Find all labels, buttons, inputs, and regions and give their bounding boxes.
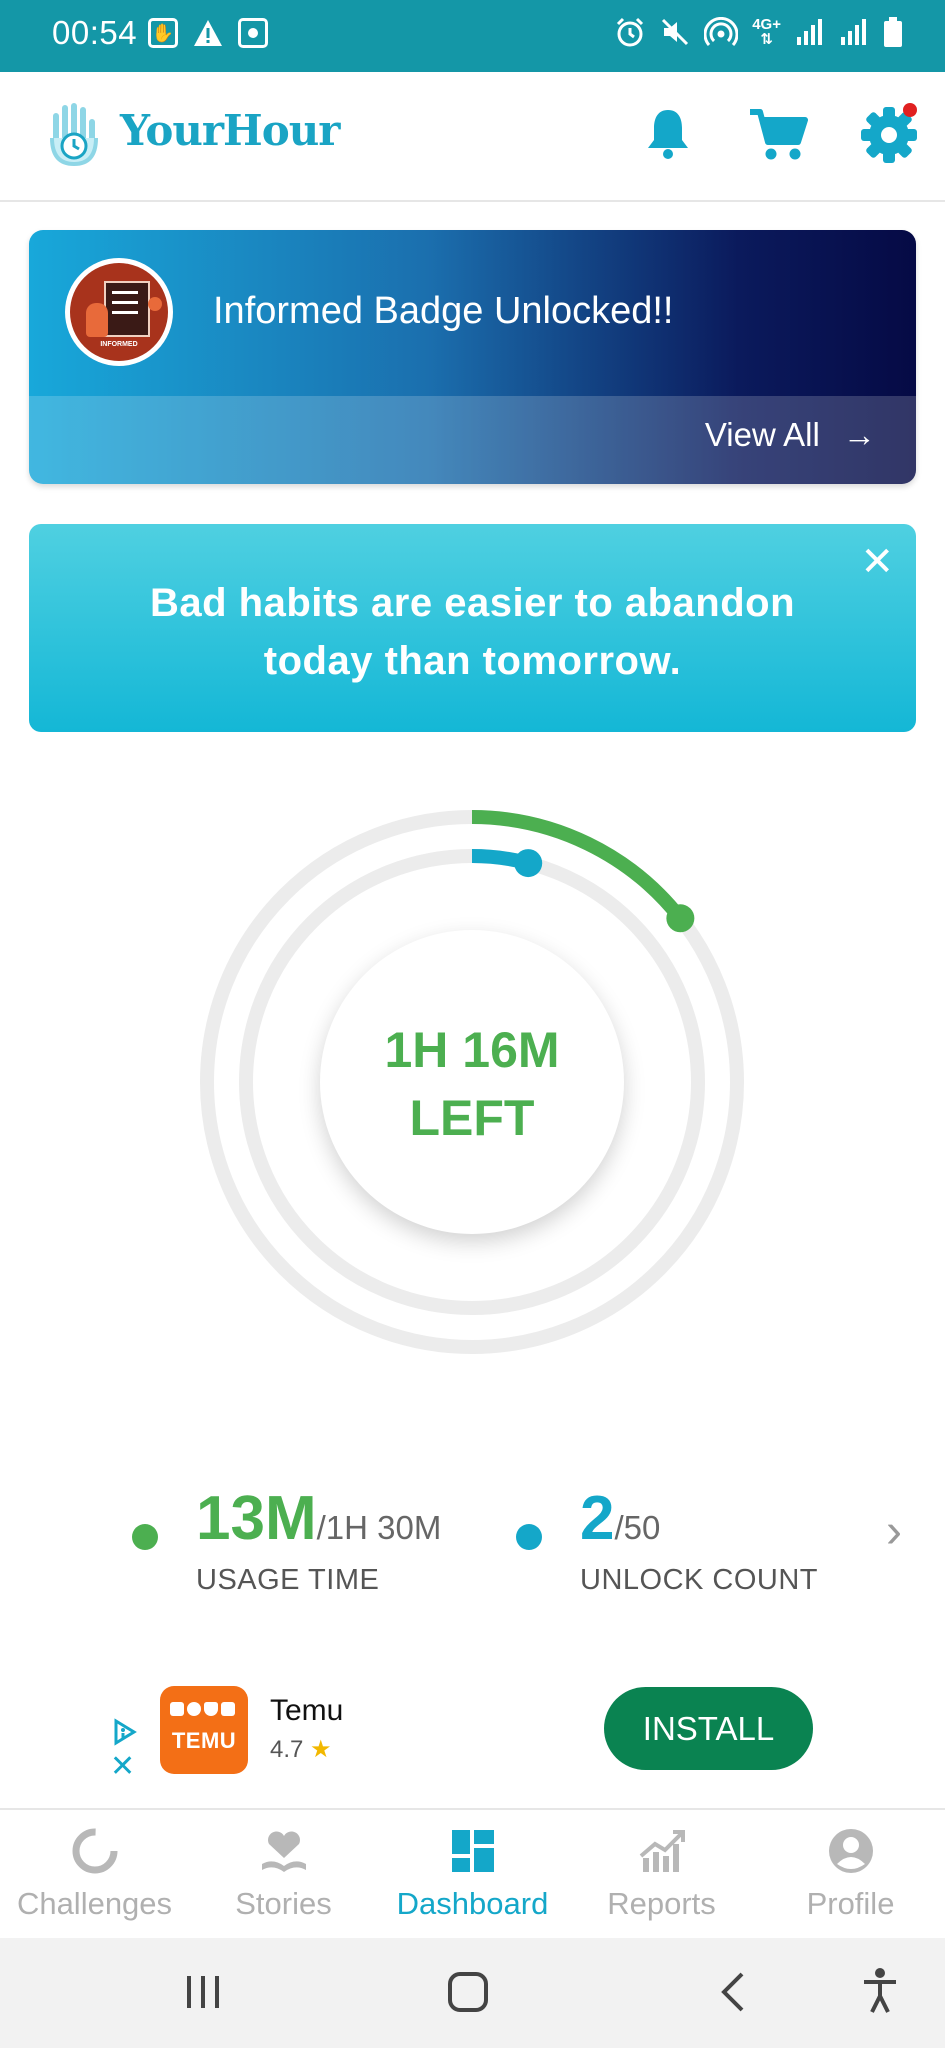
install-button[interactable]: INSTALL <box>604 1687 813 1770</box>
gear-icon[interactable] <box>858 102 920 164</box>
unlock-progress-knob <box>514 849 543 878</box>
home-icon[interactable] <box>446 1970 490 2014</box>
network-4g-icon: 4G+ ⇅ <box>752 16 781 48</box>
mute-icon <box>662 18 689 46</box>
quote-line-1: Bad habits are easier to abandon <box>149 581 796 625</box>
usage-value: 13M <box>196 1484 317 1553</box>
temu-app-icon: TEMU <box>160 1686 248 1774</box>
status-right-icons: 4G+ ⇅ <box>614 16 903 48</box>
notification-dot <box>903 103 917 117</box>
nav-item-challenges[interactable]: Challenges <box>0 1810 189 1940</box>
app-header: YourHour <box>0 72 945 202</box>
heart-book-icon <box>262 1831 306 1872</box>
view-all-link[interactable]: View All → <box>705 416 876 454</box>
yourhour-logo-icon <box>50 103 98 167</box>
usage-label: USAGE TIME <box>196 1564 380 1596</box>
nav-label: Challenges <box>16 1886 173 1921</box>
nav-label: Reports <box>607 1886 716 1921</box>
app-name: YourHour <box>120 106 340 155</box>
quote-line-2: today than tomorrow. <box>263 639 682 683</box>
badge-caption: INFORMED <box>100 341 138 348</box>
usage-limit: /1H 30M <box>316 1509 442 1546</box>
badge-title: Informed Badge Unlocked!! <box>213 290 674 332</box>
nav-label: Dashboard <box>396 1886 549 1921</box>
nav-item-profile[interactable]: Profile <box>756 1810 945 1940</box>
signal-icon <box>797 19 822 45</box>
unlock-dot <box>516 1524 542 1550</box>
quote-card: ✕ Bad habits are easier to abandon today… <box>29 524 916 732</box>
status-bar: 00:54 ✋ 4G+ ⇅ <box>0 0 945 72</box>
status-time: 00:54 <box>52 14 138 51</box>
informed-badge-image: INFORMED <box>65 258 173 366</box>
ad-rating-value: 4.7 <box>270 1736 304 1763</box>
cart-icon[interactable] <box>748 106 808 162</box>
bell-icon[interactable] <box>644 106 692 160</box>
recents-icon[interactable] <box>184 1972 222 2012</box>
temu-icon-text: TEMU <box>171 1728 237 1753</box>
chevron-right-icon[interactable]: › <box>886 1508 902 1556</box>
quote-text: Bad habits are easier to abandon today t… <box>29 574 916 690</box>
screen-record-icon <box>238 18 268 48</box>
nav-item-stories[interactable]: Stories <box>189 1810 378 1940</box>
unlock-value: 2 <box>580 1484 615 1553</box>
time-left-value: 1H 16M <box>384 1022 560 1078</box>
badge-card[interactable]: INFORMED Informed Badge Unlocked!! View … <box>29 230 916 484</box>
nav-item-dashboard[interactable]: Dashboard <box>378 1810 567 1940</box>
usage-progress-knob <box>666 904 695 933</box>
accessibility-icon[interactable] <box>860 1966 900 2016</box>
temu-icon-glyphs <box>170 1702 238 1720</box>
usage-progress-arc <box>471 810 686 923</box>
nav-label: Stories <box>235 1886 332 1921</box>
battery-icon <box>884 17 902 47</box>
arrow-right-icon: → <box>843 416 876 453</box>
ad-app-name: Temu <box>270 1694 344 1727</box>
alarm-icon <box>617 17 644 47</box>
hotspot-icon <box>704 17 739 46</box>
nav-item-reports[interactable]: Reports <box>567 1810 756 1940</box>
time-left-text: 1H 16M LEFT <box>320 1016 624 1152</box>
usage-dot <box>132 1524 158 1550</box>
unlock-limit: /50 <box>614 1509 661 1546</box>
adchoices-icon[interactable] <box>112 1718 138 1746</box>
usage-stat: 13M/1H 30M <box>196 1488 441 1550</box>
unlock-label: UNLOCK COUNT <box>580 1564 819 1596</box>
signal-icon <box>841 19 866 45</box>
yourhour-notification-icon: ✋ <box>148 18 178 48</box>
view-all-label: View All <box>704 416 820 453</box>
dashboard-icon <box>452 1830 494 1872</box>
chart-icon <box>639 1830 685 1872</box>
person-icon <box>829 1829 873 1873</box>
nav-label: Profile <box>806 1886 895 1921</box>
network-label: 4G+ <box>752 16 781 33</box>
status-left-icons: ✋ <box>148 18 268 48</box>
warning-icon <box>194 20 222 46</box>
system-nav-bar <box>0 1938 945 2048</box>
back-icon[interactable] <box>718 1970 748 2014</box>
ad-rating: 4.7 ★ <box>270 1735 332 1764</box>
bottom-nav: Challenges Stories Dashboard Reports Pro… <box>0 1808 945 1940</box>
unlock-stat: 2/50 <box>580 1488 660 1550</box>
time-left-label: LEFT <box>409 1090 535 1146</box>
ad-close-icon[interactable]: ✕ <box>110 1752 135 1782</box>
challenges-icon <box>72 1828 118 1874</box>
star-icon: ★ <box>310 1736 332 1763</box>
